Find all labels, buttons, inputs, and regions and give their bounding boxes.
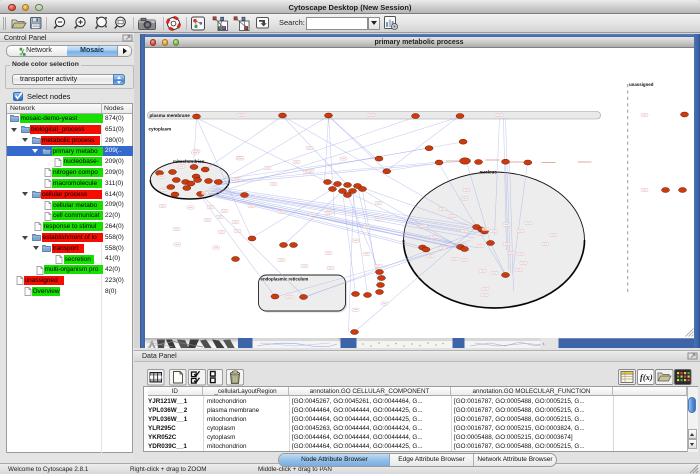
svg-text:r.: r. [543,341,545,346]
svg-text:unassigned: unassigned [629,82,654,87]
svg-text:nucleus: nucleus [479,170,497,175]
svg-text:f(x): f(x) [640,372,653,382]
svg-text:plasma membrane: plasma membrane [149,113,190,118]
svg-text:cytoplasm: cytoplasm [148,127,171,132]
svg-text:mitochondrion: mitochondrion [173,159,205,164]
